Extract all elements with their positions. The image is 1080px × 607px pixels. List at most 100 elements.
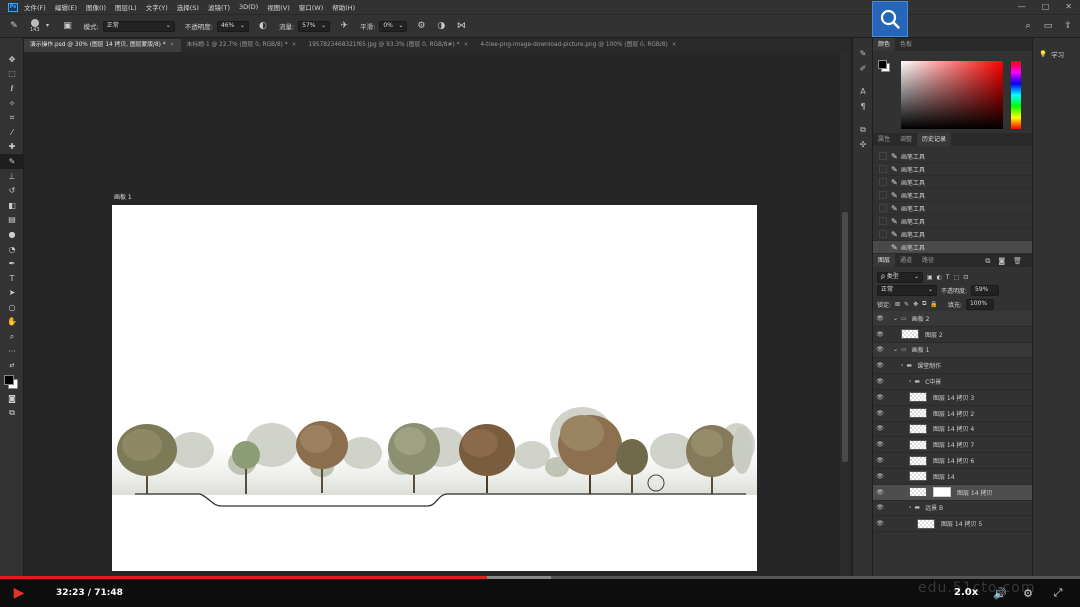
tab-channels[interactable]: 通道	[895, 254, 917, 267]
shape-tool-icon[interactable]: ○	[0, 300, 24, 315]
mode-select[interactable]: 正常 ⌄	[102, 20, 175, 32]
layer-mask-thumbnail[interactable]	[933, 487, 951, 498]
pressure-opacity-icon[interactable]: ◐	[257, 20, 269, 32]
magic-wand-tool-icon[interactable]: ✧	[0, 96, 24, 111]
expand-chevron-icon[interactable]: ⌄	[893, 346, 898, 353]
menu-filter[interactable]: 滤镜(T)	[208, 2, 230, 12]
healing-brush-tool-icon[interactable]: ✚	[0, 140, 24, 155]
expand-chevron-icon[interactable]: ›	[909, 378, 911, 385]
minimize-button[interactable]: —	[1018, 2, 1026, 11]
tab-layers[interactable]: 图层	[873, 254, 896, 267]
playback-speed-button[interactable]: 2.0x	[954, 587, 978, 598]
menu-select[interactable]: 选择(S)	[177, 2, 199, 12]
share-icon[interactable]: ⇪	[1062, 20, 1074, 32]
blur-tool-icon[interactable]: ●	[0, 227, 24, 242]
tool-presets-icon[interactable]: ✣	[853, 137, 873, 152]
visibility-eye-icon[interactable]: 👁	[873, 473, 887, 480]
menu-edit[interactable]: 编辑(E)	[55, 2, 77, 12]
brushes-icon[interactable]: ✐	[853, 61, 873, 76]
visibility-eye-icon[interactable]: 👁	[873, 331, 887, 338]
checkbox[interactable]	[879, 165, 887, 173]
layer-row[interactable]: 👁 图层 14 拷贝 2	[873, 406, 1032, 422]
menu-layer[interactable]: 图层(L)	[115, 2, 137, 12]
tab-history[interactable]: 历史记录	[917, 133, 952, 146]
close-icon[interactable]: ×	[672, 42, 677, 48]
menu-file[interactable]: 文件(F)	[24, 2, 46, 12]
visibility-eye-icon[interactable]: 👁	[873, 378, 887, 385]
expand-chevron-icon[interactable]: ⌄	[893, 315, 898, 322]
visibility-eye-icon[interactable]: 👁	[873, 362, 887, 369]
visibility-eye-icon[interactable]: 👁	[873, 394, 887, 401]
crop-tool-icon[interactable]: ⌗	[0, 110, 24, 125]
layer-row[interactable]: 👁 图层 14 拷贝 7	[873, 437, 1032, 454]
filter-smart-icon[interactable]: ⊡	[963, 274, 968, 281]
gear-icon[interactable]: ⚙	[415, 20, 427, 32]
history-item[interactable]: ✎ 画笔工具	[873, 150, 1032, 163]
lock-all-icon[interactable]: 🔒	[930, 301, 937, 308]
gradient-tool-icon[interactable]: ▤	[0, 213, 24, 228]
visibility-eye-icon[interactable]: 👁	[873, 315, 887, 322]
volume-icon[interactable]: 🔊	[992, 585, 1008, 601]
layer-row[interactable]: 👁 ⌄ ▭ 画板 2	[873, 311, 1032, 327]
trash-icon[interactable]: 🗑	[1013, 257, 1022, 266]
layer-row[interactable]: 👁 图层 14 拷贝 5	[873, 516, 1032, 533]
stamp-tool-icon[interactable]: ⊥	[0, 169, 24, 184]
visibility-eye-icon[interactable]: 👁	[873, 441, 887, 448]
tab-document-4[interactable]: 4-tree-png-image-download-picture.png @ …	[474, 39, 682, 52]
close-icon[interactable]: ×	[464, 42, 469, 48]
layer-row[interactable]: 👁 图层 14 拷贝 4	[873, 422, 1032, 438]
checkbox[interactable]	[879, 217, 887, 225]
play-button[interactable]: ▶	[12, 585, 26, 601]
visibility-eye-icon[interactable]: 👁	[873, 457, 887, 464]
video-progress-played[interactable]	[0, 576, 488, 579]
layer-opacity-field[interactable]: 59%	[971, 284, 1000, 296]
history-item[interactable]: ✎ 画笔工具	[873, 228, 1032, 241]
visibility-eye-icon[interactable]: 👁	[873, 504, 887, 511]
checkbox[interactable]	[879, 204, 887, 212]
pressure-size-icon[interactable]: ◑	[435, 20, 447, 32]
layer-row[interactable]: 👁 图层 14	[873, 469, 1032, 485]
lock-pixels-icon[interactable]: ✎	[904, 301, 909, 308]
filter-type-icon[interactable]: T	[946, 274, 950, 281]
checkbox[interactable]	[879, 178, 887, 186]
artboard-canvas[interactable]	[112, 205, 757, 571]
fullscreen-icon[interactable]: ⤢	[1050, 585, 1066, 601]
path-selection-tool-icon[interactable]: ➤	[0, 286, 24, 301]
snapshot-icon[interactable]: ◙	[998, 257, 1005, 266]
filter-adjust-icon[interactable]: ◐	[937, 274, 942, 281]
layer-row[interactable]: 👁 › ▬ C中景	[873, 374, 1032, 390]
tab-swatches[interactable]: 色板	[895, 38, 917, 51]
new-document-from-state-icon[interactable]: ⧉	[985, 257, 990, 266]
tab-adjustments[interactable]: 调整	[895, 133, 917, 146]
type-tool-icon[interactable]: T	[0, 271, 24, 286]
history-item[interactable]: ✎ 画笔工具	[873, 189, 1032, 202]
layer-row[interactable]: 👁 图层 14 拷贝	[873, 484, 1032, 501]
lasso-tool-icon[interactable]: ℓ	[0, 81, 24, 96]
history-brush-tool-icon[interactable]: ↺	[0, 183, 24, 198]
fill-field[interactable]: 100%	[965, 298, 994, 310]
blend-mode-select[interactable]: 正常 ⌄	[877, 284, 937, 296]
screen-mode-icon[interactable]: ⧉	[0, 406, 24, 421]
layer-row[interactable]: 👁 图层 2	[873, 327, 1032, 343]
dodge-tool-icon[interactable]: ◔	[0, 242, 24, 257]
lock-position-icon[interactable]: ✥	[913, 301, 918, 308]
brush-tool-icon[interactable]: ✎	[0, 154, 24, 169]
lock-transparency-icon[interactable]: ⊠	[895, 301, 900, 308]
close-icon[interactable]: ×	[170, 42, 175, 48]
brush-tool-icon[interactable]: ✎	[8, 20, 20, 32]
chevron-down-icon[interactable]: ▾	[42, 20, 54, 32]
layer-row[interactable]: 👁 ⌄ ▭ 画板 1	[873, 342, 1032, 359]
checkbox[interactable]	[879, 152, 887, 160]
menu-type[interactable]: 文字(Y)	[146, 2, 168, 12]
smoothing-field[interactable]: 0% ⌄	[379, 20, 408, 32]
menu-window[interactable]: 窗口(W)	[299, 2, 324, 12]
history-item[interactable]: ✎ 画笔工具	[873, 176, 1032, 189]
checkbox[interactable]	[879, 191, 887, 199]
character-icon[interactable]: A	[853, 84, 873, 99]
color-swatches[interactable]	[0, 373, 23, 391]
close-icon[interactable]: ×	[292, 42, 297, 48]
layer-filter-select[interactable]: ρ 类型 ⌄	[877, 271, 923, 283]
expand-chevron-icon[interactable]: ›	[909, 504, 911, 511]
filter-pixel-icon[interactable]: ▣	[927, 274, 933, 281]
lock-artboard-icon[interactable]: ⧉	[922, 300, 926, 308]
